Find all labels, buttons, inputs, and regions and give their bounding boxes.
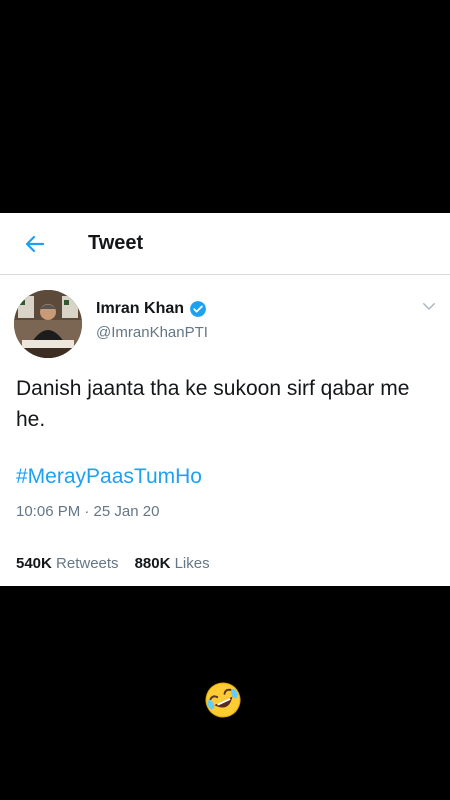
tweet-timestamp: 10:06 PM · 25 Jan 20 xyxy=(16,503,160,520)
avatar-image xyxy=(14,290,82,358)
author-info: Imran Khan @ImranKhanPTI xyxy=(96,300,208,341)
author-row: Imran Khan @ImranKhanPTI xyxy=(0,275,450,358)
tweet-card: Tweet Imran Khan @ImranKhanPTI Danish ja… xyxy=(0,213,450,586)
retweets-stat[interactable]: 540K Retweets xyxy=(16,555,119,572)
tweet-text: Danish jaanta tha ke sukoon sirf qabar m… xyxy=(16,377,410,431)
rolling-on-the-floor-laughing-emoji xyxy=(205,682,241,718)
likes-stat[interactable]: 880K Likes xyxy=(135,555,210,572)
chevron-down-icon[interactable] xyxy=(420,297,438,315)
author-name[interactable]: Imran Khan xyxy=(96,300,184,318)
page-title: Tweet xyxy=(88,232,144,254)
top-bar: Tweet xyxy=(0,213,450,275)
arrow-left-icon xyxy=(25,235,45,252)
likes-label: Likes xyxy=(174,555,210,572)
avatar[interactable] xyxy=(14,290,82,358)
author-handle[interactable]: @ImranKhanPTI xyxy=(96,324,208,341)
verified-badge-icon xyxy=(190,301,206,317)
retweets-count: 540K xyxy=(16,555,52,572)
likes-count: 880K xyxy=(134,555,171,572)
retweets-label: Retweets xyxy=(56,555,119,572)
hashtag-link[interactable]: #MerayPaasTumHo xyxy=(16,465,202,489)
back-button[interactable] xyxy=(14,223,56,265)
tweet-stats: 540K Retweets 880K Likes xyxy=(16,555,210,572)
